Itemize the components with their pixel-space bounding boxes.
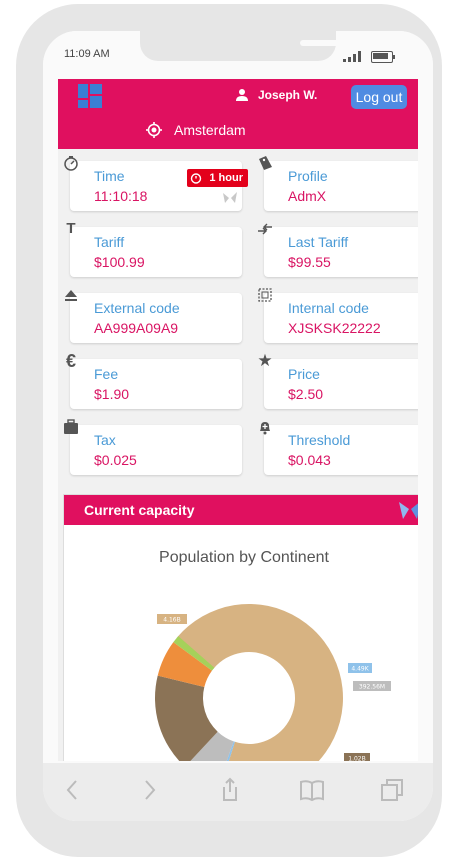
app-view: Joseph W. Log out Amsterdam Time 11:10:1… bbox=[58, 79, 418, 761]
tile-time[interactable]: Time 11:10:18 1 hour bbox=[64, 156, 248, 211]
tile-tariff[interactable]: T Tariff $100.99 bbox=[66, 221, 242, 277]
slice-data-label: 392.56M bbox=[353, 681, 391, 691]
phone-screen: 11:09 AM Joseph W. Log out Amsterdam Tim… bbox=[43, 31, 433, 821]
slice-data-label: 4.16B bbox=[157, 614, 187, 624]
tile-label: Threshold bbox=[288, 432, 351, 448]
status-time: 11:09 AM bbox=[64, 48, 110, 60]
tile-label: Fee bbox=[94, 366, 119, 382]
slice-label-text: 4.49K bbox=[351, 666, 369, 673]
butterfly-icon bbox=[223, 192, 237, 203]
tile-threshold[interactable]: Threshold $0.043 bbox=[260, 422, 418, 475]
tile-value: $0.043 bbox=[288, 452, 331, 468]
user-icon bbox=[236, 89, 248, 101]
tile-value: XJSKSK22222 bbox=[288, 320, 381, 336]
tag-icon bbox=[257, 155, 273, 171]
tile-value: $99.55 bbox=[288, 254, 331, 270]
tile-label: Tariff bbox=[94, 234, 125, 250]
slice-label-text: 392.56M bbox=[359, 684, 385, 691]
tile-value: $2.50 bbox=[288, 386, 324, 402]
tile-tax[interactable]: Tax $0.025 bbox=[64, 419, 242, 475]
tile-fee[interactable]: € Fee $1.90 bbox=[66, 352, 242, 409]
tile-label: Tax bbox=[94, 432, 116, 448]
tile-label: Time bbox=[94, 168, 125, 184]
user-info[interactable]: Joseph W. bbox=[235, 88, 317, 102]
stopwatch-icon bbox=[63, 155, 79, 171]
bell-plus-icon bbox=[257, 419, 273, 435]
tile-label: External code bbox=[94, 300, 180, 316]
signal-icon bbox=[343, 51, 365, 62]
slice-label-text: 4.16B bbox=[163, 617, 180, 624]
forward-arrow-icon[interactable] bbox=[135, 775, 165, 805]
timer-icon bbox=[190, 173, 202, 184]
dashed-square-icon bbox=[257, 287, 273, 303]
eject-icon bbox=[63, 287, 79, 303]
tile-value: $100.99 bbox=[94, 254, 145, 270]
star-icon: ★ bbox=[257, 351, 273, 370]
status-bar: 11:09 AM bbox=[43, 31, 433, 79]
dashboard-menu-icon[interactable] bbox=[78, 84, 102, 108]
slice-data-label: 4.49K bbox=[348, 663, 372, 673]
card-title: Current capacity bbox=[84, 502, 195, 518]
duration-badge[interactable]: 1 hour bbox=[187, 169, 248, 187]
tile-price[interactable]: ★ Price $2.50 bbox=[257, 352, 418, 409]
tile-value: AA999A09A9 bbox=[94, 320, 179, 336]
tile-label: Last Tariff bbox=[288, 234, 349, 250]
tile-label: Profile bbox=[288, 168, 328, 184]
briefcase-icon bbox=[63, 419, 79, 435]
tile-external-code[interactable]: External code AA999A09A9 bbox=[65, 290, 242, 343]
tabs-icon[interactable] bbox=[377, 775, 407, 805]
user-name: Joseph W. bbox=[258, 88, 318, 102]
badge-text: 1 hour bbox=[209, 172, 243, 184]
tile-last-tariff[interactable]: Last Tariff $99.55 bbox=[258, 223, 418, 277]
chart-title: Population by Continent bbox=[159, 549, 329, 566]
card-header: Current capacity bbox=[64, 495, 418, 525]
swap-arrows-icon bbox=[257, 221, 273, 237]
location-name: Amsterdam bbox=[174, 122, 246, 138]
location-selector[interactable]: Amsterdam bbox=[146, 122, 246, 138]
app-header: Joseph W. Log out Amsterdam bbox=[58, 79, 418, 149]
slice-label-text: 1.02B bbox=[348, 756, 365, 762]
bookmarks-icon[interactable] bbox=[297, 775, 327, 805]
tile-value: 11:10:18 bbox=[94, 188, 148, 204]
capacity-card: Current capacity Population by Continent… bbox=[63, 494, 418, 761]
phone-frame: 11:09 AM Joseph W. Log out Amsterdam Tim… bbox=[16, 4, 442, 857]
notch bbox=[140, 31, 378, 61]
logout-button[interactable]: Log out bbox=[351, 85, 407, 109]
tile-label: Price bbox=[288, 366, 320, 382]
camera bbox=[366, 36, 378, 48]
browser-toolbar bbox=[43, 763, 433, 821]
tile-internal-code[interactable]: Internal code XJSKSK22222 bbox=[258, 288, 418, 343]
text-t-icon: T bbox=[66, 220, 76, 237]
tile-profile[interactable]: Profile AdmX bbox=[259, 156, 418, 211]
battery-icon bbox=[371, 51, 395, 63]
tile-value: $1.90 bbox=[94, 386, 130, 402]
population-donut-chart: 4.16B 4.49K 392.56M 1.02B bbox=[155, 604, 391, 761]
crosshair-location-icon bbox=[146, 122, 162, 138]
tile-label: Internal code bbox=[288, 300, 369, 316]
back-arrow-icon[interactable] bbox=[57, 775, 87, 805]
speaker bbox=[300, 40, 350, 46]
euro-icon: € bbox=[65, 351, 76, 371]
share-icon[interactable] bbox=[215, 775, 245, 805]
tile-value: AdmX bbox=[288, 188, 327, 204]
tile-value: $0.025 bbox=[94, 452, 137, 468]
butterfly-icon[interactable] bbox=[397, 499, 418, 521]
slice-data-label: 1.02B bbox=[344, 753, 370, 761]
